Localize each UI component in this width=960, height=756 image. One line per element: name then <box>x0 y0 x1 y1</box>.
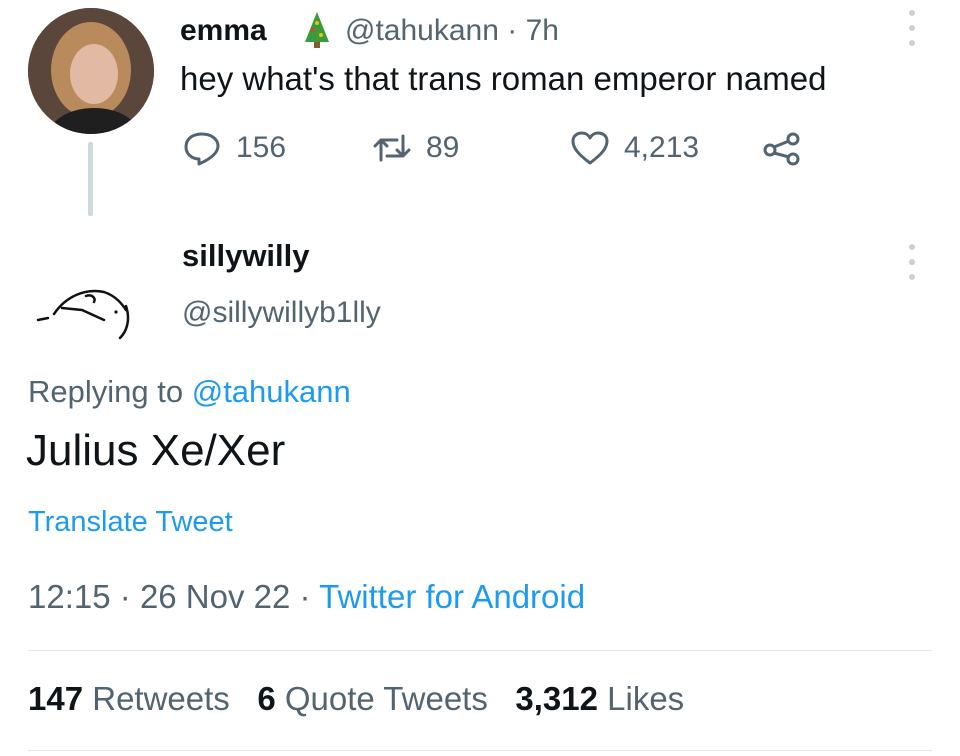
quote-tweets-stat[interactable]: 6 Quote Tweets <box>257 680 488 717</box>
tweet-text: hey what's that trans roman emperor name… <box>180 60 827 97</box>
replying-prefix: Replying to <box>28 374 184 409</box>
share-button[interactable] <box>762 128 802 168</box>
quotes-label: Quote Tweets <box>284 680 488 717</box>
dot-separator: · <box>119 578 131 615</box>
likes-stat[interactable]: 3,312 Likes <box>515 680 684 717</box>
author-name[interactable]: sillywilly <box>182 238 310 274</box>
replying-to: Replying to @tahukann <box>28 374 351 410</box>
author-name[interactable]: emma <box>180 14 267 48</box>
retweets-stat[interactable]: 147 Retweets <box>28 680 230 717</box>
tweet-text: Julius Xe/Xer <box>26 426 286 475</box>
tweet-age[interactable]: 7h <box>526 14 559 47</box>
replying-handle-link[interactable]: @tahukann <box>192 374 351 409</box>
share-icon <box>763 132 800 166</box>
translate-tweet-link[interactable]: Translate Tweet <box>28 506 233 539</box>
meta-separator: · <box>507 14 518 47</box>
tweet-time[interactable]: 12:15 <box>28 578 111 615</box>
avatar-sillywilly[interactable] <box>26 278 138 342</box>
reply-icon <box>184 132 220 166</box>
author-handle[interactable]: @tahukann <box>345 14 499 47</box>
dot-separator: · <box>299 578 311 615</box>
more-options-icon[interactable] <box>907 10 917 46</box>
tweet-date[interactable]: 26 Nov 22 <box>140 578 290 615</box>
divider <box>28 650 932 651</box>
avatar-photo <box>28 8 154 134</box>
like-button[interactable]: 4,213 <box>570 128 699 168</box>
retweet-icon <box>373 134 411 162</box>
avatar-emma[interactable] <box>28 8 154 134</box>
reply-count: 156 <box>236 131 287 164</box>
quotes-count: 6 <box>257 680 276 717</box>
author-handle[interactable]: @sillywillyb1lly <box>182 296 381 330</box>
tweet-meta: @tahukann · 7h <box>345 14 559 48</box>
heart-icon <box>571 131 609 165</box>
christmas-tree-icon <box>305 12 329 48</box>
divider <box>28 750 932 751</box>
retweets-count: 147 <box>28 680 84 717</box>
thread-line <box>88 142 93 216</box>
reply-button[interactable]: 156 <box>182 128 286 168</box>
tweet-timestamp: 12:15 · 26 Nov 22 · Twitter for Android <box>28 578 585 616</box>
like-count: 4,213 <box>624 131 700 164</box>
tweet-source-link[interactable]: Twitter for Android <box>319 578 585 615</box>
tweet-stats: 147 Retweets 6 Quote Tweets 3,312 Likes <box>28 680 684 718</box>
retweets-label: Retweets <box>92 680 230 717</box>
retweet-count: 89 <box>426 131 460 164</box>
likes-count: 3,312 <box>515 680 598 717</box>
more-options-icon[interactable] <box>907 244 917 280</box>
retweet-button[interactable]: 89 <box>372 128 459 168</box>
likes-label: Likes <box>607 680 685 717</box>
